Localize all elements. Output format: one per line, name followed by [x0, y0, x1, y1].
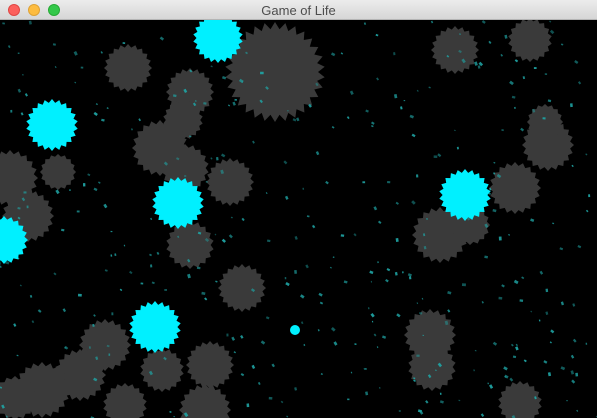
particle	[542, 117, 546, 120]
bright-dot	[290, 325, 300, 335]
particle	[150, 264, 153, 268]
particle	[403, 100, 406, 102]
particle	[312, 225, 315, 228]
particle	[545, 288, 549, 293]
particle	[362, 181, 366, 184]
particle	[439, 392, 442, 395]
particle	[260, 71, 264, 75]
particle	[544, 73, 548, 75]
particle	[588, 194, 591, 198]
game-canvas[interactable]	[0, 20, 597, 418]
particle	[26, 205, 29, 209]
particle	[393, 52, 396, 56]
particle	[77, 293, 82, 297]
particle	[585, 342, 588, 345]
particle	[395, 237, 399, 243]
particle	[268, 396, 273, 400]
particle	[10, 109, 13, 113]
particle	[370, 280, 373, 283]
particle	[387, 180, 391, 184]
particle	[533, 67, 537, 69]
particle	[461, 283, 466, 287]
particle	[184, 175, 187, 177]
particle	[519, 299, 524, 302]
game-window: Game of Life	[0, 0, 597, 418]
life-simulation-scene	[0, 20, 597, 418]
particle	[216, 157, 219, 161]
particle	[23, 191, 27, 194]
particle	[514, 106, 516, 109]
particle	[498, 296, 503, 300]
particle	[364, 368, 367, 370]
particle	[498, 236, 502, 241]
particle	[140, 282, 144, 285]
particle	[196, 266, 201, 270]
particle	[111, 312, 114, 316]
particle	[226, 333, 229, 337]
particle	[108, 353, 111, 356]
particle	[398, 410, 401, 412]
particle	[284, 277, 287, 280]
particle	[122, 42, 126, 45]
particle	[416, 354, 420, 357]
particle	[69, 189, 71, 191]
particle	[416, 174, 419, 178]
particle	[234, 98, 237, 101]
particle	[83, 183, 86, 187]
particle	[294, 270, 297, 274]
particle	[570, 103, 573, 108]
particle	[246, 403, 250, 408]
particle	[402, 271, 404, 274]
particle	[17, 52, 20, 54]
particle	[408, 276, 412, 280]
particle	[203, 102, 207, 105]
title-bar: Game of Life	[0, 0, 597, 20]
particle	[488, 193, 491, 195]
particle	[76, 210, 80, 213]
particle	[110, 230, 113, 233]
particle	[80, 66, 84, 69]
grey-cell	[40, 154, 76, 190]
particle	[377, 261, 379, 264]
particle	[287, 110, 289, 112]
particle	[2, 22, 5, 25]
window-title: Game of Life	[261, 3, 336, 18]
particle	[575, 372, 579, 377]
particle	[566, 400, 568, 402]
particle	[230, 216, 233, 219]
particle	[340, 234, 345, 237]
particle	[347, 398, 350, 401]
particle	[92, 323, 95, 327]
particle	[164, 289, 167, 291]
particle	[433, 155, 438, 158]
